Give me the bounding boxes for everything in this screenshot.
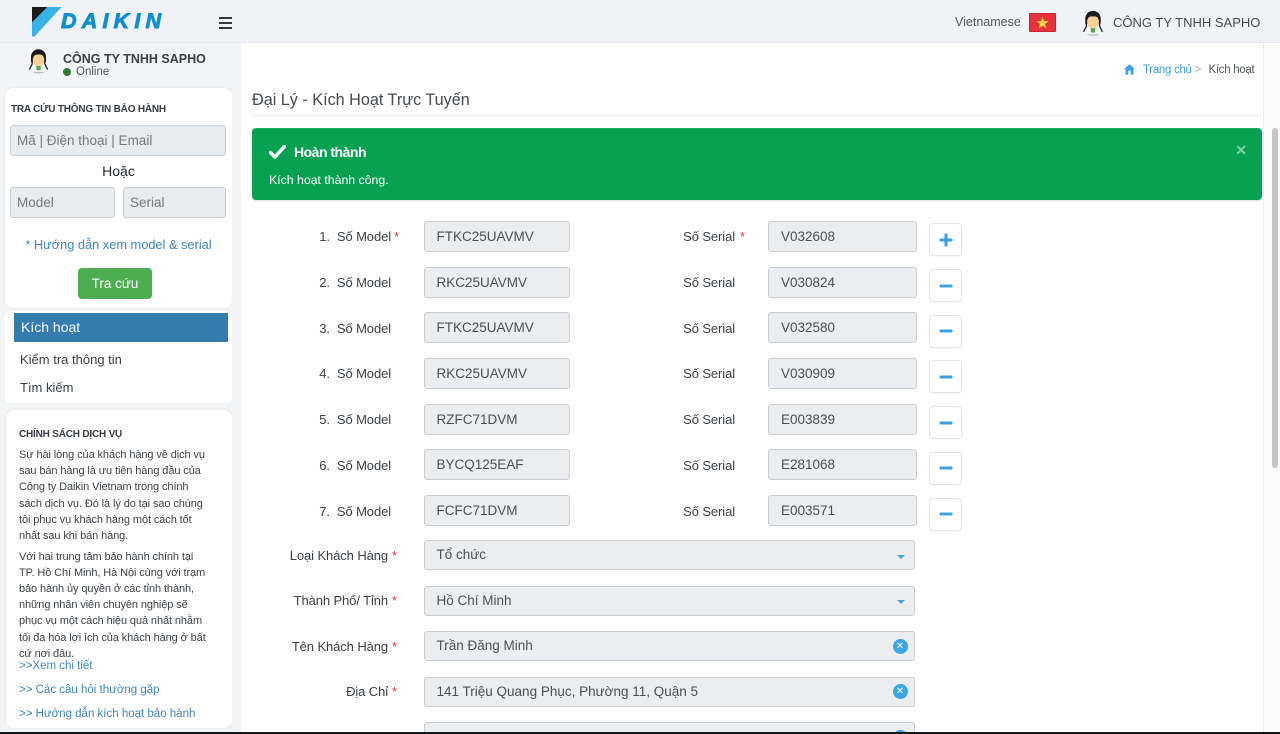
- svg-text:DAIKIN: DAIKIN: [61, 9, 166, 33]
